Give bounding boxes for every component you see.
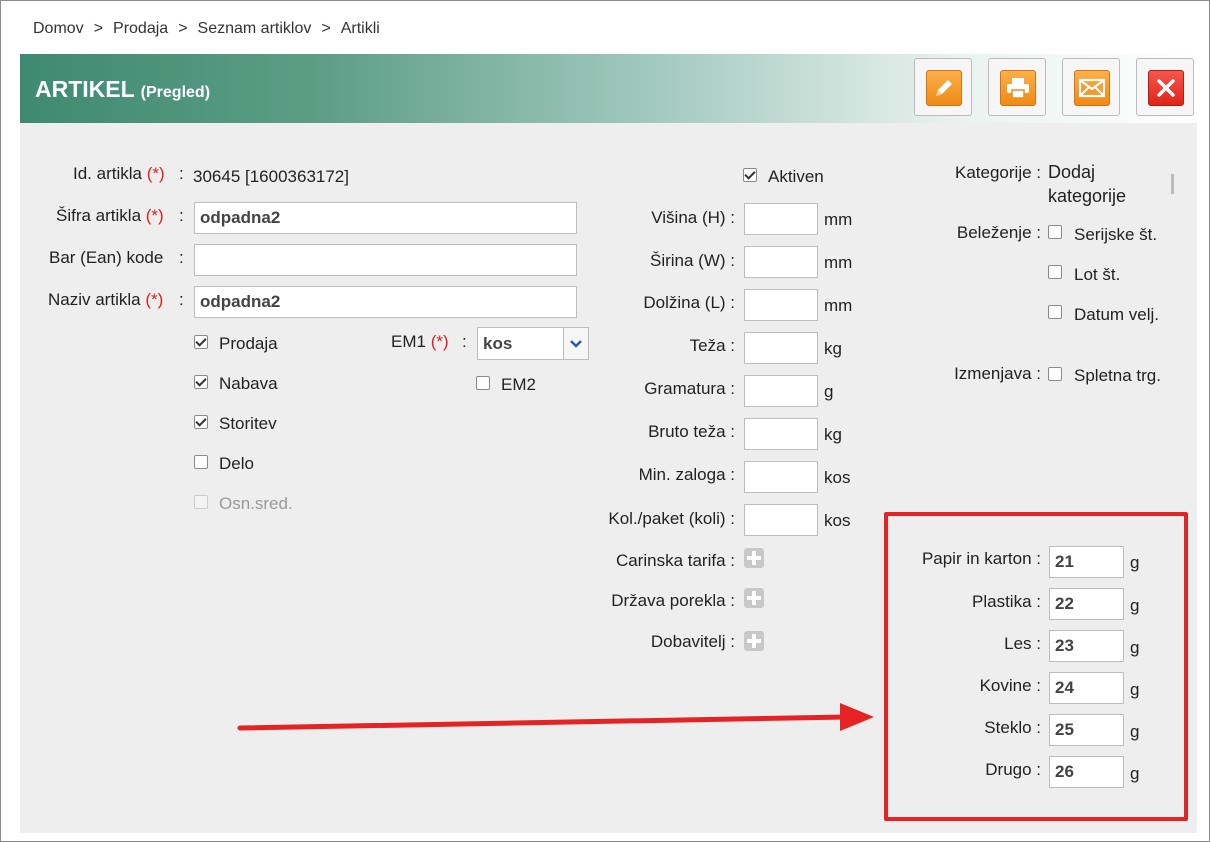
annotation-arrow-icon — [237, 703, 874, 731]
